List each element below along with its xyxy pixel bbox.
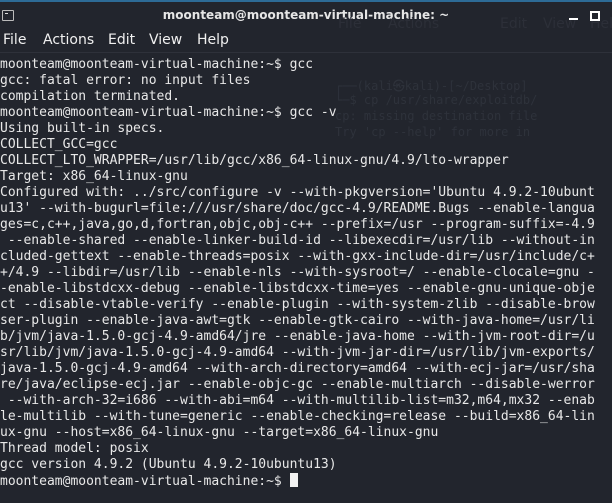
terminal-line: compilation terminated. <box>0 89 181 104</box>
terminal-line: gcc version 4.9.2 (Ubuntu 4.9.2-10ubuntu… <box>0 457 337 472</box>
terminal-line: +/4.9 --libdir=/usr/lib --enable-nls --w… <box>0 265 595 280</box>
terminal-line: u13' --with-bugurl=file:///usr/share/doc… <box>0 201 595 216</box>
terminal-line: le-multilib --with-tune=generic --enable… <box>0 409 595 424</box>
terminal-line: -enable-libstdcxx-debug --enable-libstdc… <box>0 281 595 296</box>
menu-help[interactable]: Help <box>197 32 229 48</box>
terminal-line: moonteam@moonteam-virtual-machine:~$ gcc <box>0 57 314 72</box>
menu-actions[interactable]: Actions <box>43 32 94 48</box>
maximize-button[interactable] <box>590 11 600 21</box>
terminal-output[interactable]: moonteam@moonteam-virtual-machine:~$ gcc… <box>0 57 612 490</box>
menu-edit[interactable]: Edit <box>108 32 135 48</box>
terminal-line: ser-plugin --enable-java-awt=gtk --enabl… <box>0 313 595 328</box>
terminal-line: re/java/eclipse-ecj.jar --enable-objc-gc… <box>0 377 595 392</box>
menu-file[interactable]: File <box>3 32 26 48</box>
terminal-line: COLLECT_LTO_WRAPPER=/usr/lib/gcc/x86_64-… <box>0 153 509 168</box>
terminal-line: ct --disable-vtable-verify --enable-plug… <box>0 297 595 312</box>
menu-view[interactable]: View <box>149 32 182 48</box>
terminal-line: Configured with: ../src/configure -v --w… <box>0 185 595 200</box>
terminal-line: java-1.5.0-gcj-4.9-amd64 --with-arch-dir… <box>0 361 595 376</box>
terminal-line: ux-gnu --host=x86_64-linux-gnu --target=… <box>0 425 439 440</box>
terminal-line: COLLECT_GCC=gcc <box>0 137 118 152</box>
menu-bar: File Actions Edit View Help <box>0 28 612 53</box>
terminal-line: cluded-gettext --enable-threads=posix --… <box>0 249 595 264</box>
shell-prompt: moonteam@moonteam-virtual-machine:~$ <box>0 474 290 489</box>
terminal-line: Thread model: posix <box>0 441 149 456</box>
minimize-button[interactable] <box>569 18 578 20</box>
terminal-line: Target: x86_64-linux-gnu <box>0 169 188 184</box>
terminal-line: --with-arch-32=i686 --with-abi=m64 --wit… <box>0 393 595 408</box>
terminal-line: sr/lib/jvm/java-1.5.0-gcj-4.9-amd64 --wi… <box>0 345 595 360</box>
title-bar[interactable]: moonteam@moonteam-virtual-machine: ~ Fil… <box>0 2 612 32</box>
terminal-line: --enable-shared --enable-linker-build-id… <box>0 233 595 248</box>
cursor <box>289 473 298 487</box>
terminal-line: moonteam@moonteam-virtual-machine:~$ gcc… <box>0 105 337 120</box>
terminal-line: ges=c,c++,java,go,d,fortran,objc,obj-c++… <box>0 217 595 232</box>
terminal-line: b/jvm/java-1.5.0-gcj-4.9-amd64/jre --ena… <box>0 329 595 344</box>
terminal-line: Using built-in specs. <box>0 121 165 136</box>
terminal-line: gcc: fatal error: no input files <box>0 73 251 88</box>
prompt-line[interactable]: moonteam@moonteam-virtual-machine:~$ <box>0 473 612 490</box>
